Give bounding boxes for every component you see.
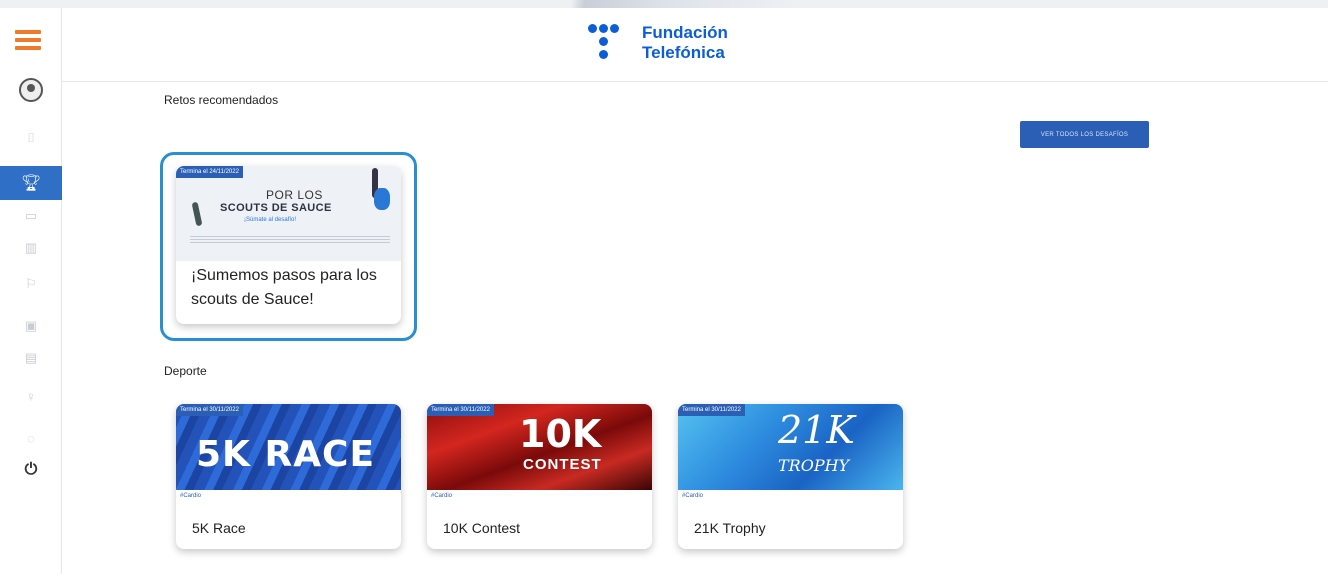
- image-text-2: SCOUTS DE SAUCE: [220, 202, 332, 214]
- top-band: [0, 0, 1328, 8]
- brand-name: Fundación Telefónica: [642, 23, 728, 63]
- category-tag: #Cardio: [180, 493, 202, 499]
- image-text: 21K: [778, 408, 855, 452]
- card-title: ¡Sumemos pasos para los scouts de Sauce!: [191, 267, 377, 308]
- card-image: Termina el 30/11/2022 5K RACE: [176, 404, 401, 490]
- challenge-card-10k[interactable]: Termina el 30/11/2022 10K CONTEST #Cardi…: [427, 404, 652, 549]
- profile-icon[interactable]: [19, 78, 43, 102]
- all-challenges-button[interactable]: VER TODOS LOS DESAFÍOS: [1020, 121, 1149, 148]
- brand-line-1: Fundación: [642, 23, 728, 42]
- power-icon[interactable]: ⏻: [0, 460, 62, 480]
- calendar-icon[interactable]: ▣: [0, 316, 62, 336]
- recommended-title: Retos recomendados: [164, 93, 279, 107]
- brand-line-2: Telefónica: [642, 43, 725, 62]
- home-icon[interactable]: ⌷: [0, 128, 62, 148]
- award-icon[interactable]: ♀: [0, 386, 62, 406]
- header: Fundación Telefónica: [62, 8, 1328, 82]
- sport-title: Deporte: [164, 364, 207, 378]
- end-date-tag: Termina el 30/11/2022: [176, 404, 243, 416]
- challenge-card-scouts[interactable]: Termina el 24/11/2022 POR LOS SCOUTS DE …: [176, 166, 401, 324]
- team-icon[interactable]: ▤: [0, 348, 62, 368]
- logo-dots-icon: [584, 21, 634, 65]
- sidebar: ⌷ 🏆︎ ▭ ▥ ⚐ ▣ ▤ ♀ ◌ ⏻: [0, 8, 62, 574]
- image-text-3: ¡Súmate al desafío!: [244, 217, 297, 223]
- image-subtext: CONTEST: [523, 456, 602, 473]
- card-image: Termina el 30/11/2022 10K CONTEST: [427, 404, 652, 490]
- card-title: 21K Trophy: [694, 520, 766, 536]
- challenge-card-21k[interactable]: Termina el 30/11/2022 21K TROPHY #Cardio…: [678, 404, 903, 549]
- card-image: Termina el 24/11/2022 POR LOS SCOUTS DE …: [176, 166, 401, 261]
- runner-figure-icon: [191, 201, 203, 227]
- chat-icon[interactable]: ▭: [0, 206, 62, 226]
- challenges-icon[interactable]: 🏆︎: [0, 166, 62, 200]
- image-text-1: POR LOS: [266, 188, 323, 202]
- settings-icon[interactable]: ◌: [0, 428, 62, 448]
- category-tag: #Cardio: [431, 493, 453, 499]
- category-tag: #Cardio: [682, 493, 704, 499]
- challenge-card-5k[interactable]: Termina el 30/11/2022 5K RACE #Cardio 5K…: [176, 404, 401, 549]
- end-date-tag: Termina el 30/11/2022: [427, 404, 494, 416]
- card-title: 5K Race: [192, 520, 246, 536]
- blue-shape-icon: [374, 188, 390, 210]
- menu-icon[interactable]: [15, 30, 41, 50]
- image-fine-print: [190, 236, 390, 244]
- image-text: 5K RACE: [196, 434, 376, 475]
- rewards-icon[interactable]: ⚐: [0, 274, 62, 294]
- card-title: 10K Contest: [443, 520, 521, 536]
- image-subtext: TROPHY: [778, 456, 850, 475]
- brand-logo[interactable]: Fundación Telefónica: [584, 21, 728, 65]
- end-date-tag: Termina el 30/11/2022: [678, 404, 745, 416]
- card-image: Termina el 30/11/2022 21K TROPHY: [678, 404, 903, 490]
- stats-icon[interactable]: ▥: [0, 238, 62, 258]
- end-date-tag: Termina el 24/11/2022: [176, 166, 243, 178]
- image-text: 10K: [519, 412, 602, 456]
